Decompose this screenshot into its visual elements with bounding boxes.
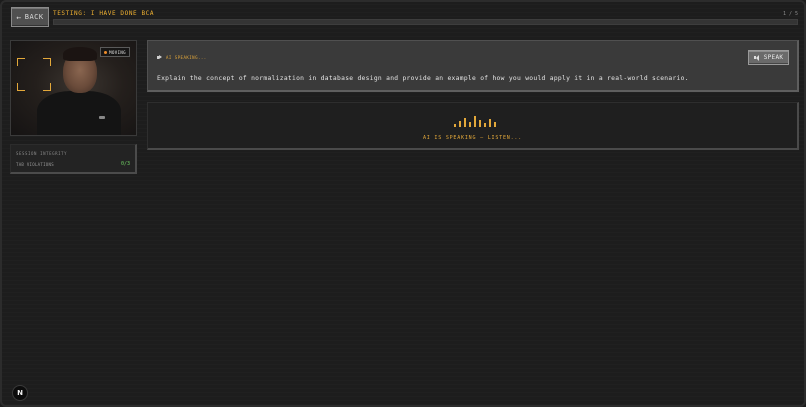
- speaker-icon: [753, 54, 761, 61]
- waveform-bar: [484, 123, 486, 127]
- face-frame-corner-tl: [17, 58, 25, 66]
- waveform-bar: [464, 118, 466, 127]
- waveform-bar: [489, 119, 491, 127]
- waveform-bar: [474, 116, 476, 127]
- shirt-logo: [99, 116, 105, 119]
- audio-waveform: [454, 116, 496, 127]
- motion-status-badge: MOVING: [100, 47, 130, 57]
- question-card: AI SPEAKING... Explain the concept of no…: [147, 40, 799, 92]
- arrow-left-icon: ←: [16, 12, 22, 22]
- motion-status-label: MOVING: [109, 49, 126, 55]
- session-integrity-title: SESSION INTEGRITY: [16, 151, 68, 156]
- session-integrity-panel: SESSION INTEGRITY TAB VIOLATIONS 0/3: [10, 144, 137, 174]
- waveform-bar: [454, 124, 456, 127]
- ai-speaking-status: AI IS SPEAKING — LISTEN...: [422, 135, 523, 141]
- progress-bar: [53, 19, 798, 25]
- app-frame: ← BACK TESTING: I HAVE DONE BCA 1 / 5 MO…: [0, 0, 806, 407]
- speaker-icon: [157, 55, 163, 60]
- ai-speaking-tag-label: AI SPEAKING...: [166, 55, 207, 60]
- waveform-bar: [479, 120, 481, 127]
- nextjs-logo-icon[interactable]: N: [12, 385, 28, 401]
- top-bar: ← BACK TESTING: I HAVE DONE BCA 1 / 5: [6, 6, 804, 30]
- waveform-bar: [494, 122, 496, 127]
- webcam-person-hair: [63, 47, 97, 61]
- face-frame-corner-br: [43, 83, 51, 91]
- back-button-label: BACK: [24, 13, 44, 21]
- ai-speaking-tag: AI SPEAKING...: [157, 55, 207, 60]
- face-frame-corner-bl: [17, 83, 25, 91]
- question-counter: 1 / 5: [782, 11, 798, 17]
- ai-speaking-panel: AI IS SPEAKING — LISTEN...: [147, 102, 799, 150]
- status-dot-icon: [104, 50, 108, 54]
- page-title: TESTING: I HAVE DONE BCA: [53, 10, 155, 17]
- waveform-bar: [469, 122, 471, 127]
- logo-letter: N: [17, 389, 23, 397]
- webcam-person-body: [37, 91, 121, 135]
- face-frame-corner-tr: [43, 58, 51, 66]
- question-text: Explain the concept of normalization in …: [157, 75, 689, 82]
- speak-button-label: SPEAK: [763, 54, 784, 61]
- webcam-feed: MOVING: [10, 40, 137, 136]
- waveform-bar: [459, 121, 461, 127]
- tab-violations-label: TAB VIOLATIONS: [16, 162, 54, 167]
- speak-button[interactable]: SPEAK: [748, 50, 789, 65]
- tab-violations-value: 0/3: [120, 161, 130, 167]
- back-button[interactable]: ← BACK: [11, 7, 49, 27]
